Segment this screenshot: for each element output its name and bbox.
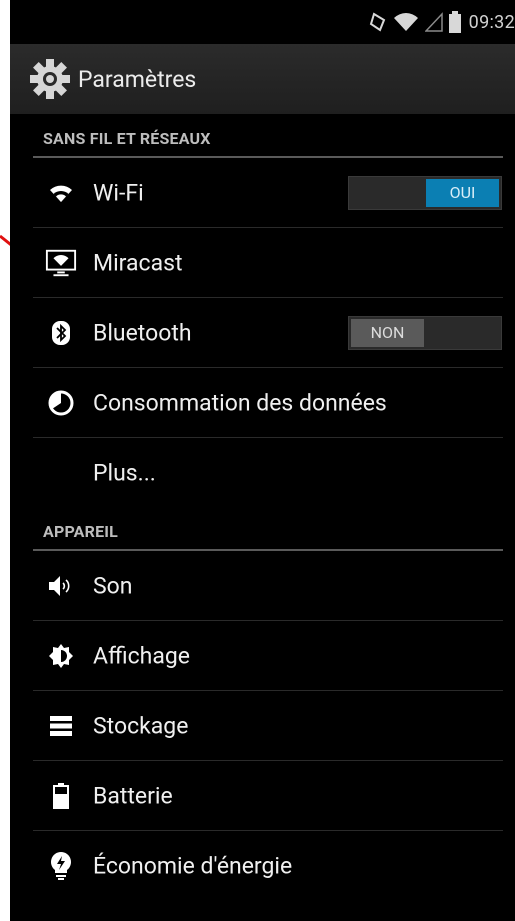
wifi-toggle[interactable]: OUI (348, 175, 502, 210)
section-header-device: APPAREIL (10, 507, 515, 551)
settings-item-label: Plus... (93, 459, 156, 486)
settings-item-label: Wi-Fi (93, 179, 144, 206)
wifi-toggle-state: OUI (426, 178, 499, 207)
settings-item-bluetooth[interactable]: Bluetooth NON (33, 298, 503, 368)
device-list: Son Affichage Stockage Batterie Économie… (10, 551, 515, 900)
settings-item-battery[interactable]: Batterie (33, 761, 503, 831)
settings-item-label: Consommation des données (93, 389, 387, 416)
settings-item-storage[interactable]: Stockage (33, 691, 503, 761)
battery-status-icon (448, 11, 461, 33)
bluetooth-icon (45, 317, 77, 349)
settings-item-miracast[interactable]: Miracast (33, 228, 503, 298)
settings-item-label: Miracast (93, 249, 183, 276)
status-bar: 09:32 (10, 0, 515, 44)
display-icon (45, 640, 77, 672)
bluetooth-toggle[interactable]: NON (348, 315, 502, 350)
action-bar: Paramètres (10, 44, 515, 114)
settings-item-label: Stockage (93, 712, 189, 739)
sound-icon (45, 570, 77, 602)
settings-item-label: Bluetooth (93, 319, 192, 346)
bluetooth-toggle-state: NON (351, 318, 424, 347)
screen-rotation-icon (369, 12, 385, 32)
settings-item-more[interactable]: Plus... (33, 438, 503, 507)
settings-item-sound[interactable]: Son (33, 551, 503, 621)
power-saving-icon (45, 850, 77, 882)
wifi-icon (45, 177, 77, 209)
settings-gear-icon[interactable] (28, 57, 72, 101)
wireless-list: Wi-Fi OUI Miracast Bluetooth NON Consomm… (10, 158, 515, 507)
wifi-signal-icon (393, 13, 418, 31)
settings-item-label: Économie d'énergie (93, 852, 293, 879)
settings-item-power-saving[interactable]: Économie d'énergie (33, 831, 503, 900)
phone-screen: 09:32 Paramètres SANS FIL ET RÉSEAUX Wi-… (10, 0, 515, 921)
settings-item-label: Son (93, 572, 133, 599)
settings-item-display[interactable]: Affichage (33, 621, 503, 691)
settings-item-data-usage[interactable]: Consommation des données (33, 368, 503, 438)
miracast-icon (45, 247, 77, 279)
page-title: Paramètres (78, 65, 197, 93)
battery-icon (45, 780, 77, 812)
cell-signal-icon (424, 12, 443, 32)
storage-icon (45, 710, 77, 742)
section-header-wireless: SANS FIL ET RÉSEAUX (10, 114, 515, 158)
settings-item-label: Affichage (93, 642, 190, 669)
settings-item-label: Batterie (93, 782, 173, 809)
settings-item-wifi[interactable]: Wi-Fi OUI (33, 158, 503, 228)
clock: 09:32 (468, 11, 515, 33)
data-usage-icon (45, 387, 77, 419)
